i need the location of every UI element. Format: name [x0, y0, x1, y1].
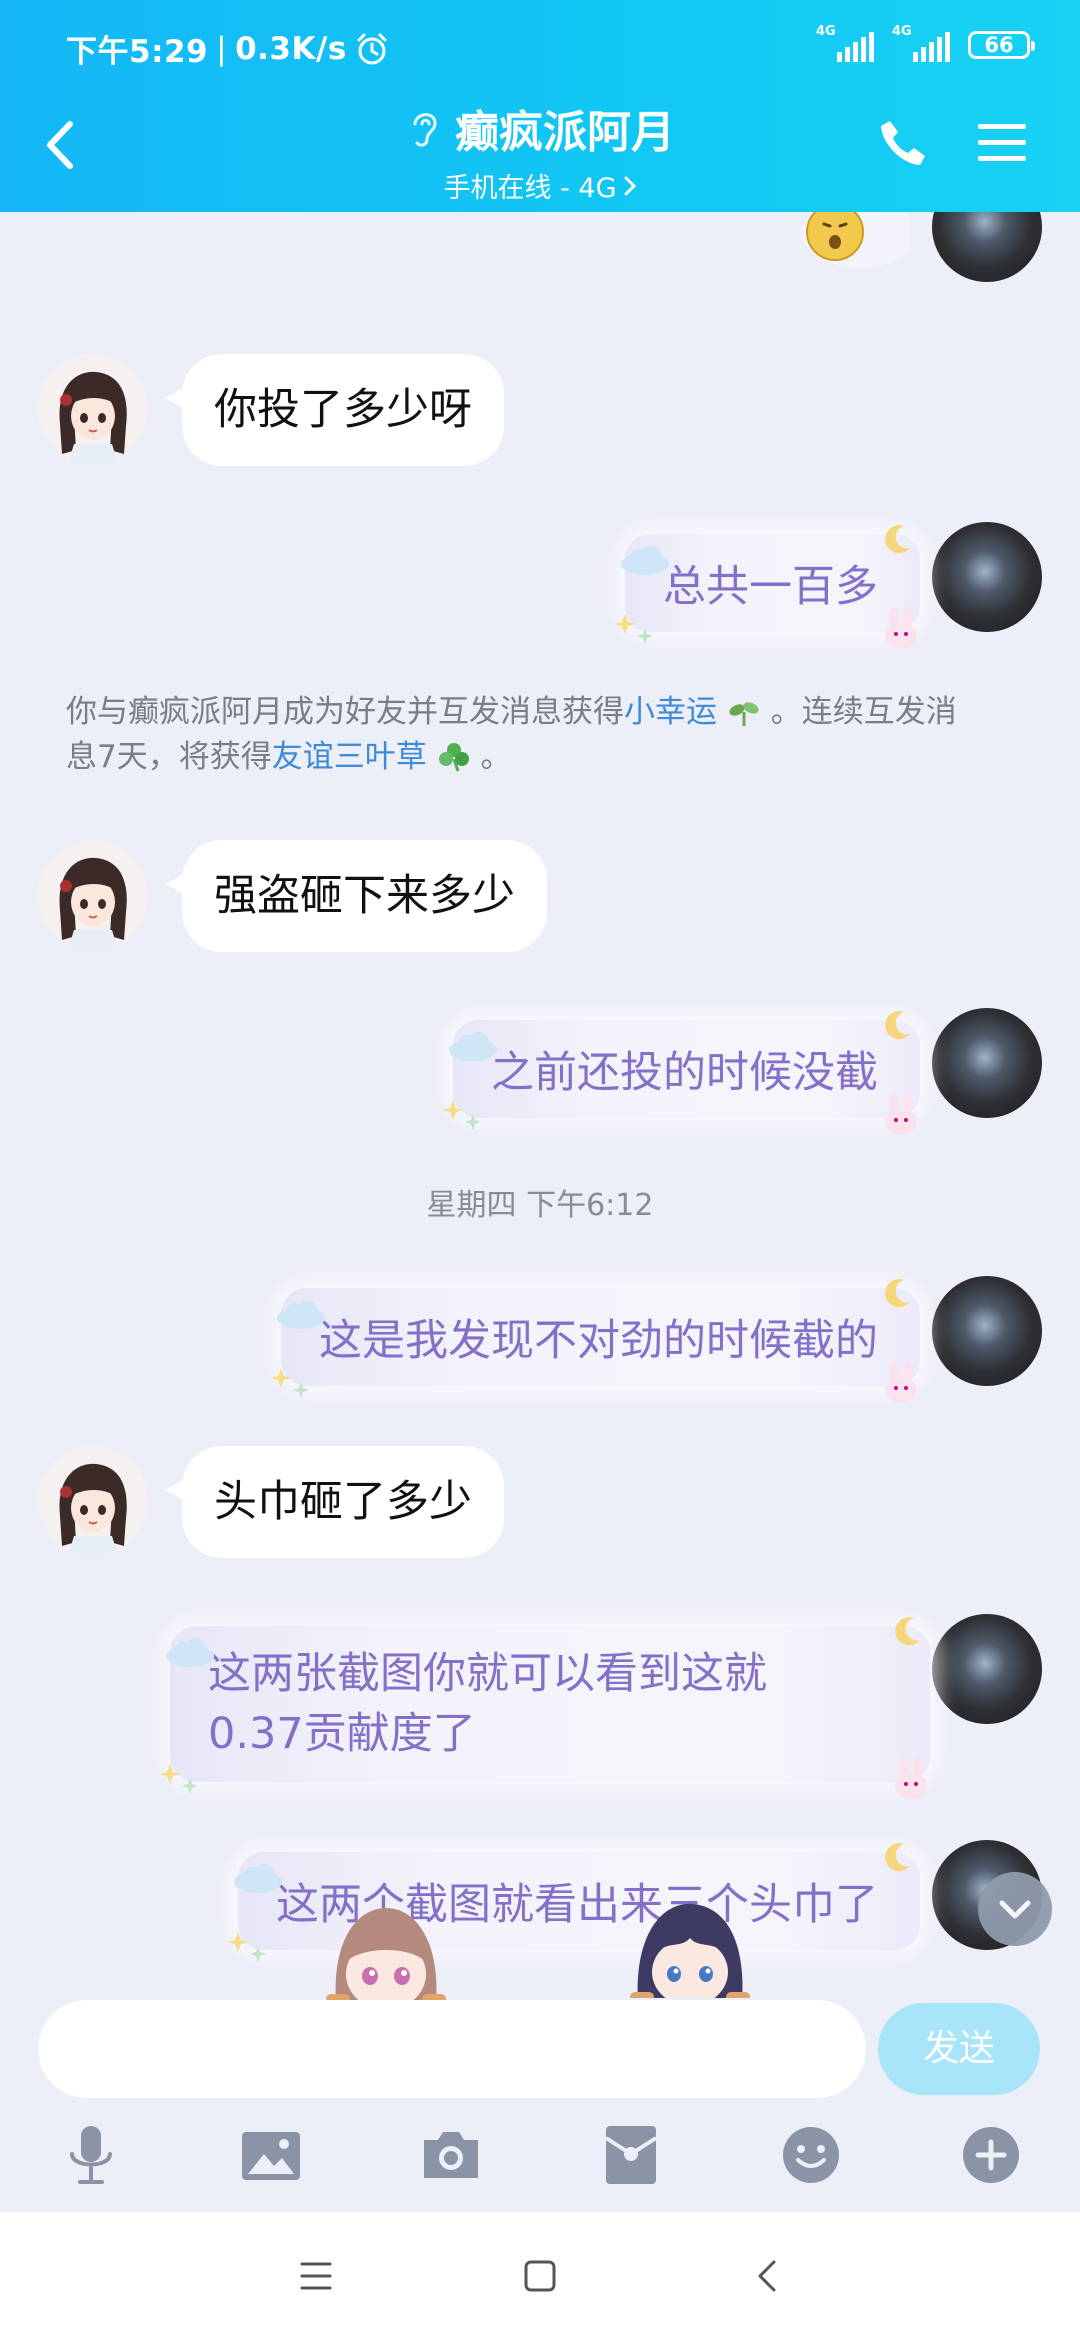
chevron-down-icon [999, 1900, 1031, 1919]
plus-icon[interactable] [956, 2120, 1026, 2190]
system-text: 你与癫疯派阿月成为好友并互发消息获得 [66, 694, 624, 730]
moon-decoration-icon [885, 1011, 910, 1040]
stars-decoration-icon [270, 1368, 309, 1398]
my-avatar[interactable] [932, 212, 1042, 282]
ear-icon [413, 113, 437, 147]
status-right: 4G 4G 66 [816, 24, 1035, 62]
stars-decoration-icon [442, 1100, 481, 1130]
message-text: 之前还投的时候没截 [491, 1048, 878, 1098]
battery-icon: 66 [968, 31, 1035, 59]
microphone-icon[interactable] [56, 2120, 126, 2190]
send-button[interactable]: 发送 [878, 2003, 1040, 2095]
message-text: 你投了多少呀 [214, 385, 472, 435]
incoming-message[interactable]: 你投了多少呀 [166, 354, 504, 466]
back-button[interactable] [38, 110, 84, 180]
friendship-system-message: 你与癫疯派阿月成为好友并互发消息获得小幸运 。连续互发消 息7天，将获得友谊三叶… [66, 690, 1014, 780]
outgoing-message[interactable]: 之前还投的时候没截 [442, 1011, 920, 1135]
bunny-decoration-icon [895, 1757, 927, 1799]
online-status-text: 手机在线 - 4G [443, 173, 617, 204]
message-text-line2: 0.37贡献度了 [208, 1709, 476, 1759]
stars-decoration-icon [614, 614, 653, 644]
image-icon[interactable] [236, 2120, 306, 2190]
outgoing-message[interactable]: 这两张截图你就可以看到这就 0.37贡献度了 [159, 1617, 930, 1799]
lucky-link[interactable]: 小幸运 [624, 694, 717, 730]
sprout-icon [729, 702, 759, 726]
menu-button[interactable] [976, 118, 1028, 168]
outgoing-message[interactable]: 总共一百多 [614, 525, 920, 649]
emoji-icon[interactable] [776, 2120, 846, 2190]
friend-avatar[interactable] [38, 1446, 148, 1556]
moon-decoration-icon [885, 1279, 910, 1308]
anime-girl-avatar-image [38, 354, 148, 464]
message-timestamp: 星期四 下午6:12 [426, 1188, 654, 1223]
my-avatar[interactable] [932, 1008, 1042, 1118]
my-avatar[interactable] [932, 1614, 1042, 1724]
moon-decoration-icon [895, 1617, 920, 1646]
friend-avatar[interactable] [38, 354, 148, 464]
incoming-message[interactable]: 强盗砸下来多少 [166, 840, 547, 952]
chat-title: 癫疯派阿月 [455, 107, 675, 158]
stars-decoration-icon [227, 1932, 266, 1962]
online-status[interactable]: 手机在线 - 4G [443, 166, 636, 205]
clover-link[interactable]: 友谊三叶草 [272, 739, 427, 775]
message-text: 总共一百多 [663, 562, 878, 612]
clover-icon [438, 743, 469, 772]
cloud-decoration-icon [166, 1638, 214, 1667]
partial-message-sticker [802, 212, 910, 268]
status-bar: 下午5:29 | 0.3K/s 4G 4G 66 [0, 0, 1080, 92]
cloud-decoration-icon [234, 1864, 282, 1893]
outgoing-message[interactable]: 这是我发现不对劲的时候截的 [270, 1279, 920, 1403]
network-tag-2: 4G [892, 24, 912, 39]
status-time: 下午5:29 [66, 34, 209, 70]
network-speed: 0.3K/s [235, 30, 347, 67]
bunny-decoration-icon [885, 1361, 917, 1403]
system-text: 息7天，将获得 [66, 739, 272, 775]
system-text: 。 [480, 739, 512, 775]
status-separator: | [216, 30, 228, 67]
red-packet-icon[interactable] [596, 2120, 666, 2190]
moon-decoration-icon [885, 1843, 910, 1872]
input-toolbar [0, 2120, 1080, 2200]
message-text: 这两张截图你就可以看到这就 [208, 1649, 767, 1699]
chat-header: 下午5:29 | 0.3K/s 4G 4G 66 癫疯派阿月 手机在线 - 4G [0, 0, 1080, 212]
cloud-decoration-icon [449, 1032, 497, 1061]
girl-mascot-decoration [326, 1902, 446, 2002]
system-navigation-bar [0, 2212, 1080, 2340]
chat-title-area[interactable]: 癫疯派阿月 手机在线 - 4G [300, 96, 780, 205]
alarm-icon [357, 33, 387, 64]
signal-icon-2: 4G [892, 24, 950, 62]
friend-avatar[interactable] [38, 840, 148, 950]
input-area: 发送 [0, 2000, 1080, 2212]
message-text: 这是我发现不对劲的时候截的 [319, 1316, 878, 1366]
anime-girl-avatar-image [38, 840, 148, 950]
recent-apps-button[interactable] [292, 2252, 340, 2300]
bunny-decoration-icon [885, 1093, 917, 1135]
stars-decoration-icon [159, 1764, 198, 1794]
scroll-to-bottom-button[interactable] [978, 1872, 1052, 1946]
message-text: 强盗砸下来多少 [214, 871, 515, 921]
signal-icon: 4G [816, 24, 874, 62]
chevron-right-icon [624, 176, 636, 195]
cloud-decoration-icon [277, 1300, 325, 1329]
bunny-decoration-icon [885, 607, 917, 649]
moon-decoration-icon [885, 525, 910, 554]
message-input[interactable] [38, 2000, 866, 2098]
phone-call-button[interactable] [876, 116, 930, 170]
nav-back-button[interactable] [744, 2252, 792, 2300]
cloud-decoration-icon [621, 546, 669, 575]
message-text: 头巾砸了多少 [214, 1477, 472, 1527]
my-avatar[interactable] [932, 522, 1042, 632]
system-text: 。连续互发消 [770, 694, 957, 730]
camera-icon[interactable] [416, 2120, 486, 2190]
my-avatar[interactable] [932, 1276, 1042, 1386]
status-left: 下午5:29 | 0.3K/s [66, 26, 389, 71]
home-button[interactable] [516, 2252, 564, 2300]
incoming-message[interactable]: 头巾砸了多少 [166, 1446, 504, 1558]
boy-mascot-decoration [630, 1898, 750, 1998]
chat-list[interactable]: 你投了多少呀 总共一百多 你与癫疯派阿月成为好友并互发消息获得小幸运 。连续互发… [0, 212, 1080, 2012]
anime-girl-avatar-image [38, 1446, 148, 1556]
network-tag: 4G [816, 24, 836, 39]
